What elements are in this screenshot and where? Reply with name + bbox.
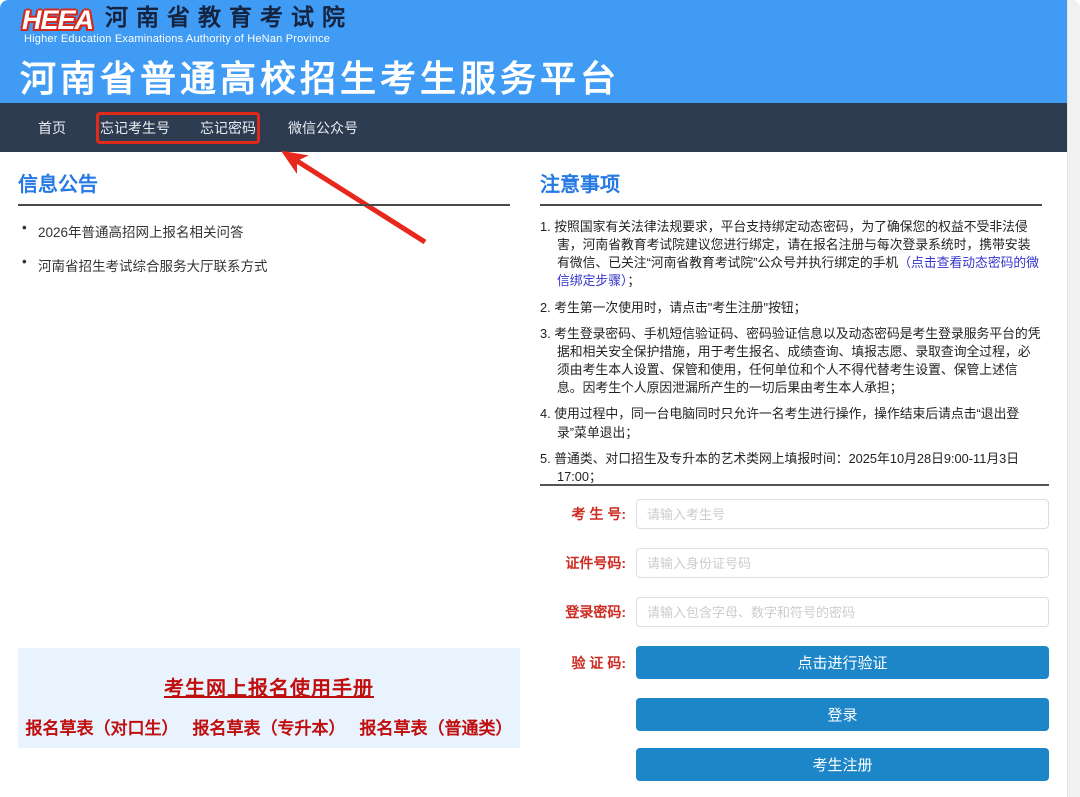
notice-text: 普通类、对口招生及专升本的艺术类网上填报时间：2025年10月28日9:00-1… <box>554 451 1019 484</box>
login-button[interactable]: 登录 <box>636 698 1049 731</box>
register-button[interactable]: 考生注册 <box>636 748 1049 781</box>
notices-panel: 注意事项 1. 按照国家有关法律法规要求，平台支持绑定动态密码，为了确保您的权益… <box>540 168 1042 486</box>
manual-title-link[interactable]: 考生网上报名使用手册 <box>164 672 374 701</box>
verify-button[interactable]: 点击进行验证 <box>636 646 1049 679</box>
id-number-input[interactable] <box>636 548 1049 578</box>
notice-text: ； <box>627 273 640 288</box>
candidate-number-label: 考 生 号: <box>540 504 636 524</box>
notice-text: 考生登录密码、手机短信验证码、密码验证信息以及动态密码是考生登录服务平台的凭据和… <box>554 326 1040 395</box>
manual-panel: 考生网上报名使用手册 报名草表（对口生） 报名草表（专升本） 报名草表（普通类） <box>18 648 520 748</box>
notice-number: 5. <box>540 451 554 466</box>
register-row: 考生注册 <box>540 748 1049 781</box>
nav-item-忘记考生号[interactable]: 忘记考生号 <box>100 118 170 138</box>
notice-number: 2. <box>540 300 554 315</box>
info-announcement-link[interactable]: 河南省招生考试综合服务大厅联系方式 <box>18 255 510 275</box>
id-number-row: 证件号码: <box>540 548 1049 578</box>
notice-item: 5. 普通类、对口招生及专升本的艺术类网上填报时间：2025年10月28日9:0… <box>540 450 1042 486</box>
nav-item-忘记密码[interactable]: 忘记密码 <box>200 118 256 138</box>
login-form: 考 生 号: 证件号码: 登录密码: 验 证 码: 点击进行验证 登录 考生注册 <box>540 484 1049 797</box>
scrollbar[interactable] <box>1067 0 1080 797</box>
notice-item: 4. 使用过程中，同一台电脑同时只允许一名考生进行操作，操作结束后请点击“退出登… <box>540 405 1042 441</box>
captcha-row: 验 证 码: 点击进行验证 <box>540 646 1049 679</box>
form-separator <box>540 484 1049 486</box>
heea-logo-icon: HEEA <box>22 5 93 34</box>
notice-item: 1. 按照国家有关法律法规要求，平台支持绑定动态密码，为了确保您的权益不受非法侵… <box>540 218 1042 291</box>
id-number-label: 证件号码: <box>540 553 636 573</box>
navbar: 首页 忘记考生号 忘记密码 微信公众号 <box>0 103 1067 152</box>
info-announcement-link[interactable]: 2026年普通高招网上报名相关问答 <box>18 221 510 241</box>
candidate-number-row: 考 生 号: <box>540 499 1049 529</box>
notice-number: 4. <box>540 406 554 421</box>
password-input[interactable] <box>636 597 1049 627</box>
notices-title: 注意事项 <box>540 168 1042 206</box>
notice-number: 1. <box>540 219 554 234</box>
captcha-label: 验 证 码: <box>540 653 636 673</box>
info-panel: 信息公告 2026年普通高招网上报名相关问答河南省招生考试综合服务大厅联系方式 <box>18 168 510 289</box>
nav-item-微信公众号[interactable]: 微信公众号 <box>288 118 358 138</box>
logo-row: HEEA 河南省教育考试院 <box>22 5 353 34</box>
notice-number: 3. <box>540 326 554 341</box>
nav-item-首页[interactable]: 首页 <box>38 118 66 138</box>
info-panel-title: 信息公告 <box>18 168 510 206</box>
notice-item: 3. 考生登录密码、手机短信验证码、密码验证信息以及动态密码是考生登录服务平台的… <box>540 325 1042 398</box>
site-header: HEEA 河南省教育考试院 Higher Education Examinati… <box>0 0 1067 103</box>
page: HEEA 河南省教育考试院 Higher Education Examinati… <box>0 0 1080 797</box>
notice-text: 考生第一次使用时，请点击"考生注册"按钮； <box>554 300 806 315</box>
notice-item: 2. 考生第一次使用时，请点击"考生注册"按钮； <box>540 299 1042 317</box>
org-name-cn: 河南省教育考试院 <box>105 5 353 30</box>
org-name-en: Higher Education Examinations Authority … <box>24 33 330 45</box>
notice-text: 使用过程中，同一台电脑同时只允许一名考生进行操作，操作结束后请点击“退出登录”菜… <box>554 406 1019 439</box>
draft-form-link[interactable]: 报名草表（专升本） <box>193 714 346 739</box>
password-label: 登录密码: <box>540 602 636 622</box>
candidate-number-input[interactable] <box>636 499 1049 529</box>
page-title: 河南省普通高校招生考生服务平台 <box>20 50 620 102</box>
login-row: 登录 <box>540 698 1049 731</box>
draft-form-link[interactable]: 报名草表（普通类） <box>360 714 513 739</box>
draft-form-link[interactable]: 报名草表（对口生） <box>26 714 179 739</box>
password-row: 登录密码: <box>540 597 1049 627</box>
